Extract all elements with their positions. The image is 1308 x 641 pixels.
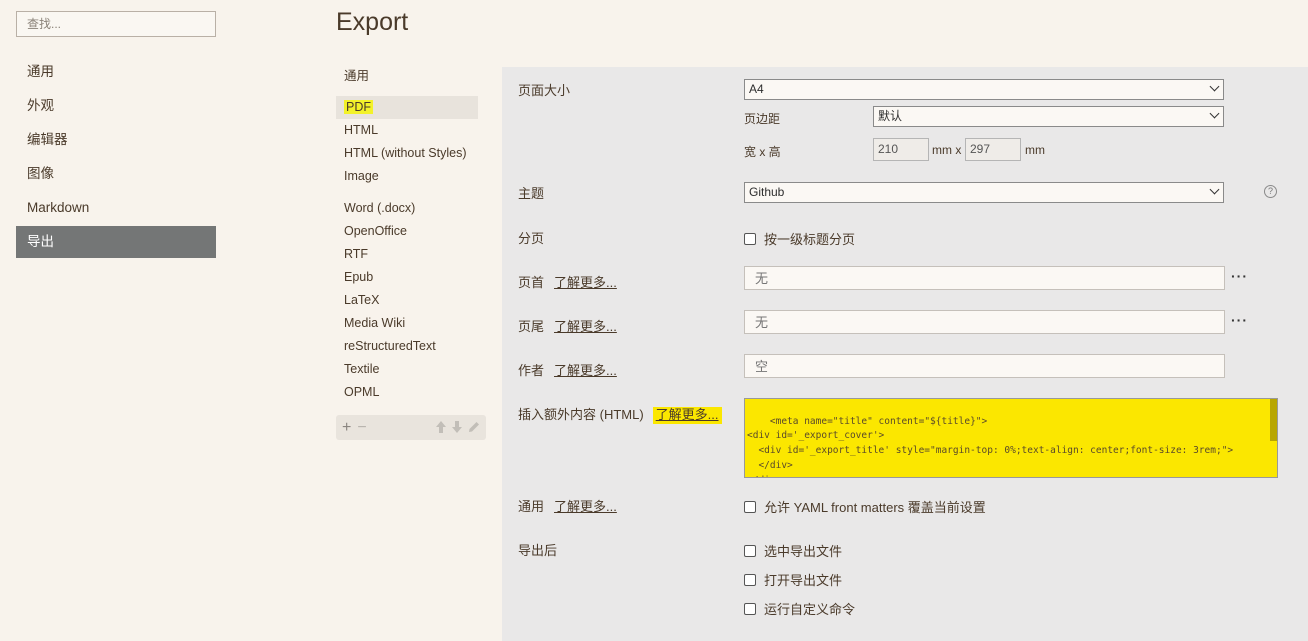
theme-value: Github — [749, 185, 785, 199]
footer-learn-more-link[interactable]: 了解更多... — [554, 319, 617, 334]
format-item-html-no-styles[interactable]: HTML (without Styles) — [336, 142, 478, 165]
extra-html-code: <meta name="title" content="${title}"> <… — [747, 415, 1234, 477]
format-item-openoffice[interactable]: OpenOffice — [336, 220, 478, 243]
page-title: Export — [336, 8, 409, 36]
format-item-pdf[interactable]: PDF — [336, 96, 478, 119]
open-file-label: 打开导出文件 — [764, 573, 843, 588]
yaml-checkbox-label: 允许 YAML front matters 覆盖当前设置 — [764, 500, 986, 515]
theme-label: 主题 — [518, 186, 545, 201]
general-learn-more-link[interactable]: 了解更多... — [554, 499, 617, 514]
extra-html-textarea[interactable]: <meta name="title" content="${title}"> <… — [744, 398, 1278, 478]
header-label-row: 页首 了解更多... — [518, 272, 617, 291]
author-learn-more-link[interactable]: 了解更多... — [554, 363, 617, 378]
help-icon[interactable]: ? — [1264, 185, 1277, 198]
format-item-image[interactable]: Image — [336, 165, 478, 188]
author-label: 作者 — [518, 363, 545, 378]
yaml-option[interactable]: 允许 YAML front matters 覆盖当前设置 — [744, 497, 986, 516]
footer-input[interactable] — [744, 310, 1225, 334]
page-size-select[interactable]: A4 — [744, 79, 1224, 100]
after-export-option[interactable]: 选中导出文件 — [744, 541, 842, 560]
nav-item-appearance[interactable]: 外观 — [16, 90, 216, 122]
export-format-list: 通用 PDF HTML HTML (without Styles) Image … — [336, 65, 478, 404]
chevron-down-icon — [1209, 108, 1220, 119]
format-item-opml[interactable]: OPML — [336, 381, 478, 404]
after-export-label: 导出后 — [518, 543, 558, 558]
reveal-file-label: 选中导出文件 — [764, 544, 843, 559]
chevron-down-icon — [1209, 184, 1220, 195]
dimensions-label: 宽 x 高 — [744, 145, 781, 159]
reveal-file-checkbox[interactable] — [744, 544, 756, 557]
chevron-down-icon — [1209, 81, 1220, 92]
header-input[interactable] — [744, 266, 1225, 290]
open-file-checkbox[interactable] — [744, 573, 756, 586]
extra-html-learn-more-link[interactable]: 了解更多... — [652, 407, 722, 424]
format-item-rtf[interactable]: RTF — [336, 243, 478, 266]
format-item-general[interactable]: 通用 — [336, 65, 478, 88]
format-item-epub[interactable]: Epub — [336, 266, 478, 289]
margin-select[interactable]: 默认 — [873, 106, 1224, 127]
format-item-label: PDF — [344, 100, 373, 114]
margin-label: 页边距 — [744, 112, 781, 126]
general-label: 通用 — [518, 499, 545, 514]
format-item-textile[interactable]: Textile — [336, 358, 478, 381]
width-input[interactable]: 210 — [873, 138, 929, 161]
add-icon[interactable]: + — [342, 419, 351, 436]
general-label-row: 通用 了解更多... — [518, 496, 617, 515]
page-size-label: 页面大小 — [518, 83, 571, 98]
nav-item-editor[interactable]: 编辑器 — [16, 124, 216, 156]
format-item-html[interactable]: HTML — [336, 119, 478, 142]
footer-label: 页尾 — [518, 319, 545, 334]
nav-item-export[interactable]: 导出 — [16, 226, 216, 258]
settings-nav: 通用 外观 编辑器 图像 Markdown 导出 — [16, 56, 216, 260]
export-settings-panel: 页面大小 A4 页边距 默认 宽 x 高 210 mm x 297 mm 主题 … — [502, 67, 1308, 641]
move-down-icon[interactable] — [452, 420, 462, 435]
author-input[interactable] — [744, 354, 1225, 378]
pagination-option[interactable]: 按一级标题分页 — [744, 229, 855, 248]
nav-item-markdown[interactable]: Markdown — [16, 192, 216, 224]
format-item-restructuredtext[interactable]: reStructuredText — [336, 335, 478, 358]
extra-html-label: 插入额外内容 (HTML) — [518, 407, 644, 422]
edit-icon[interactable] — [468, 421, 480, 435]
margin-value: 默认 — [878, 109, 903, 123]
nav-item-general[interactable]: 通用 — [16, 56, 216, 88]
author-label-row: 作者 了解更多... — [518, 360, 617, 379]
page-size-value: A4 — [749, 82, 764, 96]
extra-html-label-row: 插入额外内容 (HTML) 了解更多... — [518, 404, 722, 424]
height-input[interactable]: 297 — [965, 138, 1021, 161]
pagination-checkbox-label: 按一级标题分页 — [764, 232, 856, 247]
move-up-icon[interactable] — [436, 420, 446, 435]
header-learn-more-link[interactable]: 了解更多... — [554, 275, 617, 290]
search-input[interactable] — [16, 11, 216, 37]
yaml-checkbox[interactable] — [744, 500, 756, 513]
after-export-option[interactable]: 运行自定义命令 — [744, 599, 855, 618]
format-item-word[interactable]: Word (.docx) — [336, 197, 478, 220]
footer-label-row: 页尾 了解更多... — [518, 316, 617, 335]
more-options-icon[interactable]: ··· — [1231, 268, 1248, 284]
pagination-label: 分页 — [518, 231, 545, 246]
pagination-checkbox[interactable] — [744, 232, 756, 245]
format-list-toolbar: + − — [336, 415, 486, 440]
more-options-icon[interactable]: ··· — [1231, 312, 1248, 328]
width-unit: mm x — [932, 143, 962, 157]
height-unit: mm — [1025, 143, 1045, 157]
nav-item-image[interactable]: 图像 — [16, 158, 216, 190]
theme-select[interactable]: Github — [744, 182, 1224, 203]
header-label: 页首 — [518, 275, 545, 290]
run-command-checkbox[interactable] — [744, 602, 756, 615]
remove-icon[interactable]: − — [357, 419, 366, 436]
after-export-option[interactable]: 打开导出文件 — [744, 570, 842, 589]
format-item-mediawiki[interactable]: Media Wiki — [336, 312, 478, 335]
run-command-label: 运行自定义命令 — [764, 602, 856, 617]
format-item-latex[interactable]: LaTeX — [336, 289, 478, 312]
scrollbar[interactable] — [1270, 399, 1277, 441]
